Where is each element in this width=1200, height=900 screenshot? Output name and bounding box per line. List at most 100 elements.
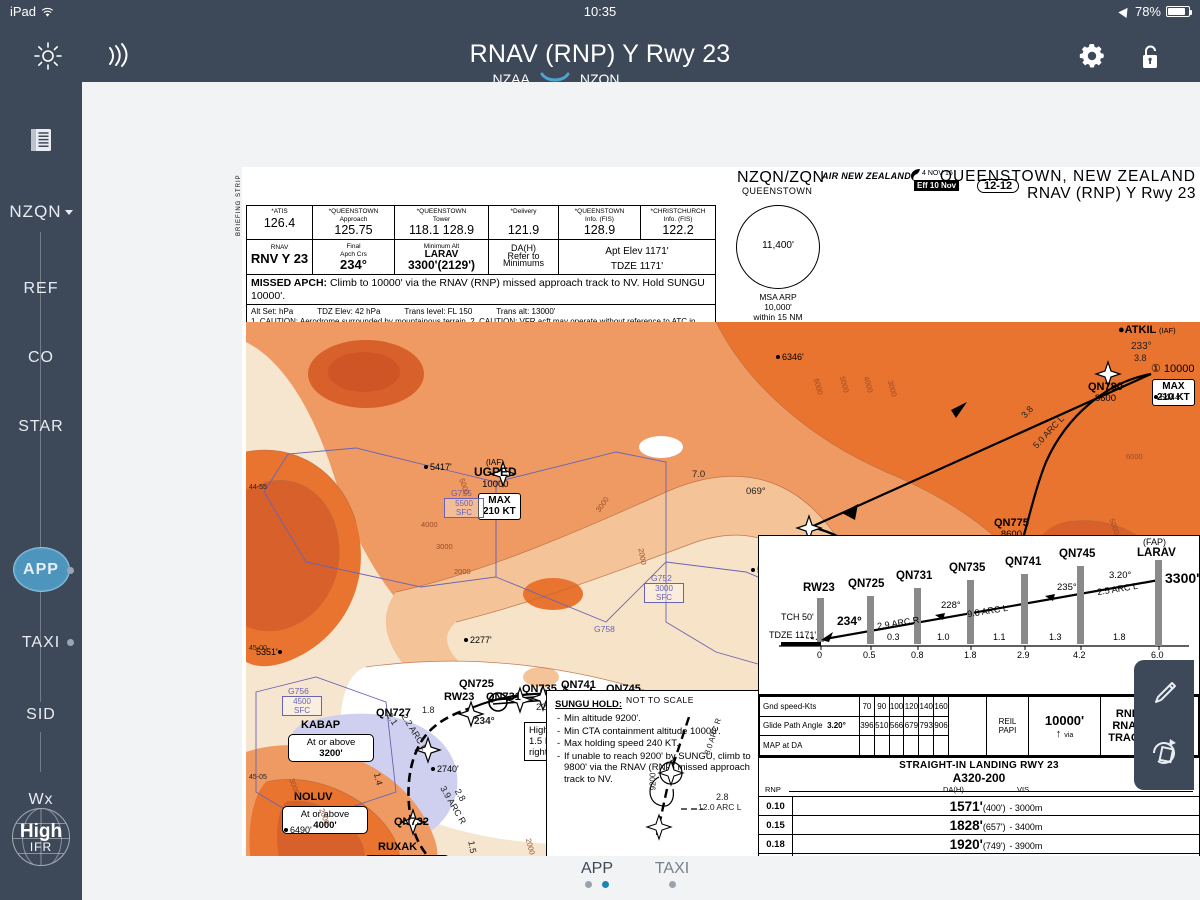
- minimums-aircraft: A320-200: [952, 771, 1006, 785]
- left-sidebar: NZQN REF CO STAR APP TAXI SID High IFR W…: [0, 82, 82, 900]
- gs-rod: 396: [859, 715, 875, 737]
- chart-header: NZQN/ZQN QUEENSTOWN AIR NEW ZEALAND 4 NO…: [242, 167, 1200, 202]
- sidebar-item-ref[interactable]: REF: [0, 280, 82, 298]
- comm-freq: 126.4: [263, 215, 296, 230]
- sidebar-item-label: CO: [28, 349, 54, 366]
- profile-fix-qn741: QN741: [1005, 556, 1042, 568]
- airspace-label-g752: G752: [651, 573, 672, 583]
- waypoint-name: ATKIL: [1124, 324, 1157, 336]
- globe-line2: IFR: [29, 840, 53, 854]
- gs-speed: 70: [859, 696, 875, 717]
- chart-procedure: RNAV (RNP) Y Rwy 23: [1027, 185, 1196, 202]
- page-dot[interactable]: [585, 881, 592, 888]
- waypoint-atkil: ●ATKIL (IAF): [1118, 324, 1176, 336]
- chart-viewer[interactable]: NZQN/ZQN QUEENSTOWN AIR NEW ZEALAND 4 NO…: [82, 82, 1200, 900]
- sidebar-item-label: APP: [23, 561, 59, 578]
- col-vis: VIS: [1017, 785, 1030, 794]
- ugped-max-speed: MAX 210 KT: [478, 493, 521, 520]
- waypoint-name: UGPED: [474, 465, 517, 479]
- atkil-altitude: ① 10000: [1151, 363, 1195, 375]
- comm-sub: Tower: [432, 215, 451, 223]
- comm-name: *QUEENSTOWN: [416, 208, 467, 215]
- tdze: TDZE 1171': [610, 260, 664, 272]
- map-at-da: MAP at DA: [759, 735, 860, 756]
- binder-icon[interactable]: [27, 126, 55, 154]
- profile-cum-0.8: 0.8: [911, 650, 924, 660]
- tab-taxi[interactable]: TAXI: [637, 860, 707, 888]
- minimum-alt: 3300'(2129'): [407, 258, 476, 272]
- profile-course-235: 235°: [1057, 582, 1077, 593]
- minimums-title: STRAIGHT-IN LANDING RWY 23: [899, 760, 1059, 771]
- profile-course-234: 234°: [837, 614, 862, 628]
- tab-app[interactable]: APP: [562, 860, 632, 888]
- waypoint-qn780: QN780 8600: [1088, 382, 1123, 405]
- approach-row: RNAV RNV Y 23 Final Apch Crs 234° Minimum A…: [247, 240, 715, 275]
- not-to-scale-label: NOT TO SCALE: [626, 695, 694, 705]
- trans-alt: Trans alt: 13000': [496, 307, 556, 316]
- pen-icon[interactable]: [1148, 678, 1180, 710]
- profile-cum-6.0: 6.0: [1151, 650, 1164, 660]
- profile-fix-qn735: QN735: [949, 562, 986, 574]
- track-course: 234°: [474, 716, 495, 727]
- track-course: 069°: [746, 486, 766, 497]
- sidebar-item-sid[interactable]: SID: [0, 706, 82, 724]
- profile-cum-4.2: 4.2: [1073, 650, 1086, 660]
- page-dot-active[interactable]: [602, 881, 609, 888]
- sungu-hold-alt: 9200: [648, 772, 658, 791]
- comm-name: *QUEENSTOWN: [328, 208, 379, 215]
- waypoint-name: RW23: [444, 691, 475, 703]
- tdz-elev: TDZ Elev: 42 hPa: [317, 307, 381, 316]
- page-dot[interactable]: [668, 881, 676, 888]
- gs-speed: 140: [918, 696, 935, 717]
- missed-approach-row: MISSED APCH: Climb to 10000' via the RNA…: [247, 275, 715, 305]
- spot-elevation: 5417': [424, 462, 452, 472]
- final-course: 234°: [340, 257, 367, 272]
- profile-cum-0.5: 0.5: [863, 650, 876, 660]
- battery-icon: [1166, 6, 1192, 17]
- msa-circle: 11,400': [736, 205, 820, 289]
- waypoint-qn731: QN731: [486, 692, 521, 703]
- profile-cum-1.8: 1.8: [964, 650, 977, 660]
- spot-elevation: 6490': [284, 825, 312, 835]
- tab-app-label: APP: [580, 860, 613, 877]
- atkil-distance: 3.8: [1134, 353, 1147, 363]
- row-rnp: 0.18: [759, 834, 793, 854]
- sidebar-item-taxi[interactable]: TAXI: [0, 634, 82, 652]
- profile-gp-angle: 3.20°: [1109, 570, 1132, 581]
- sidebar-airport-selector[interactable]: NZQN: [0, 202, 82, 222]
- contour-label: 6000: [1126, 452, 1143, 461]
- sidebar-item-app[interactable]: APP: [0, 561, 82, 579]
- row-da: 1571'(400') - 3000m: [949, 798, 1043, 814]
- location-arrow-icon: [1118, 4, 1132, 19]
- waypoint-tag: (IAF): [1159, 326, 1176, 335]
- grid-label: 45-05: [249, 774, 267, 781]
- comm-name: *QUEENSTOWN: [574, 208, 625, 215]
- sidebar-rail-lower: [40, 732, 41, 772]
- sidebar-item-label: SID: [26, 706, 56, 723]
- briefing-strip-vertical-label: BRIEFING STRIP: [236, 174, 242, 236]
- profile-dist-1.0: 1.0: [937, 632, 950, 642]
- comm-name: *ATIS: [271, 208, 288, 215]
- profile-tch: TCH 50': [781, 612, 814, 622]
- profile-final-alt: 3300': [1165, 570, 1200, 586]
- sidebar-item-star[interactable]: STAR: [0, 418, 82, 436]
- waypoint-ugped: UGPED 10000: [474, 465, 517, 490]
- tab-app-dots: [562, 881, 632, 888]
- waypoint-noluv: NOLUV: [294, 792, 333, 803]
- gs-rod: 566: [888, 715, 905, 737]
- reil-papi: REIL PAPI: [986, 696, 1029, 756]
- ma-altitude: 10000': [1044, 712, 1085, 728]
- sidebar-item-wx[interactable]: Wx: [0, 791, 82, 809]
- row-da: 1920'(749') - 3900m: [949, 836, 1043, 852]
- waypoint-qn732: QN732: [394, 817, 429, 828]
- gs-rod: 793: [918, 715, 935, 737]
- waypoint-name: QN725: [459, 678, 494, 690]
- profile-tdze: TDZE 1171': [769, 630, 817, 640]
- sidebar-item-co[interactable]: CO: [0, 349, 82, 367]
- waypoint-name: KABAP: [301, 719, 341, 731]
- jeppesen-chart[interactable]: NZQN/ZQN QUEENSTOWN AIR NEW ZEALAND 4 NO…: [236, 167, 1200, 900]
- tab-taxi-dots: [637, 881, 707, 888]
- rotate-page-icon[interactable]: [1148, 736, 1180, 768]
- airspace-box-g755: 5500 SFC: [444, 498, 484, 518]
- spot-elevation: 2277': [464, 635, 492, 645]
